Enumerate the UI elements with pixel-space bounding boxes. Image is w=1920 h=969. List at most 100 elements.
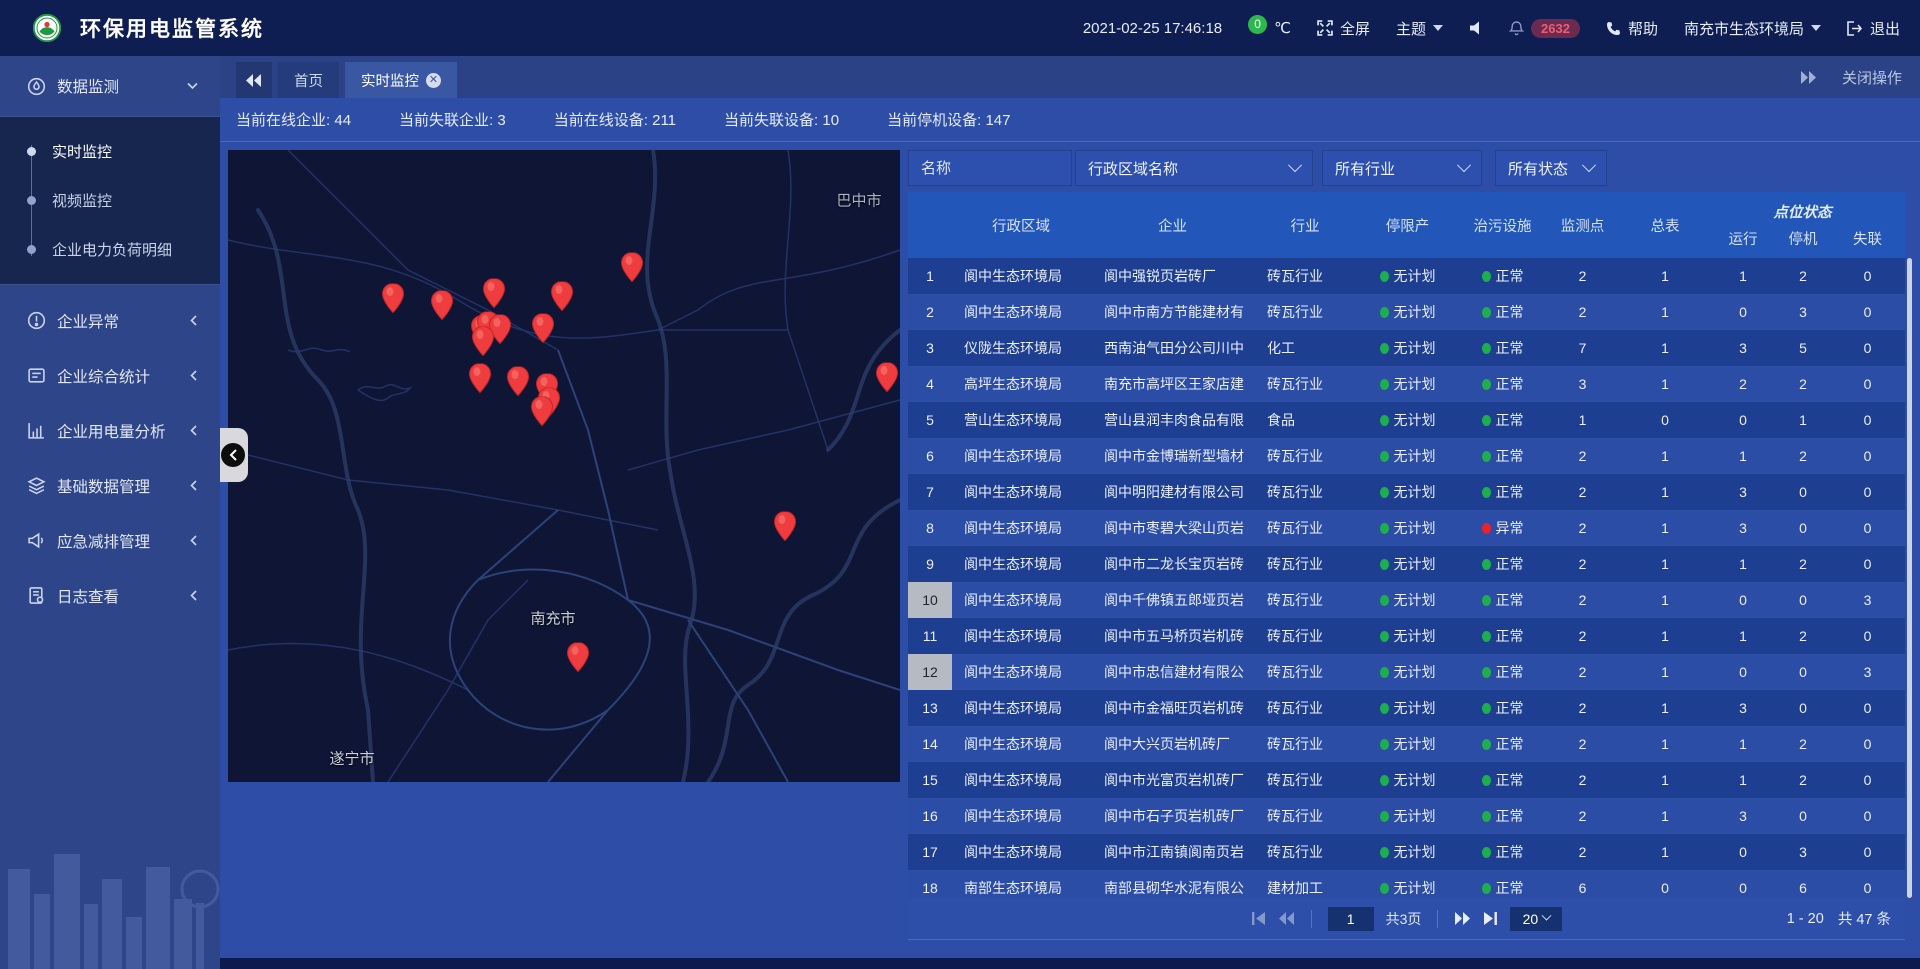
theme-dropdown[interactable]: 主题 (1396, 18, 1443, 39)
page-number-input[interactable]: 1 (1328, 907, 1374, 931)
status-select[interactable]: 所有状态 (1495, 150, 1607, 186)
map-pin-icon[interactable] (567, 643, 589, 673)
phone-icon (1606, 21, 1621, 36)
sidebar-group-power-analysis[interactable]: 企业用电量分析 (0, 403, 220, 458)
notifications-button[interactable]: 2632 (1509, 19, 1580, 38)
cell-meters: 0 (1620, 402, 1710, 438)
region-select[interactable]: 行政区域名称 (1075, 150, 1313, 186)
first-page-button[interactable] (1251, 912, 1266, 925)
cell-bureau: 阆中生态环境局 (952, 654, 1090, 690)
table-row[interactable]: 5营山生态环境局营山县润丰肉食品有限食品无计划正常10010 (908, 402, 1905, 438)
table-row[interactable]: 16阆中生态环境局阆中市石子页岩机砖厂砖瓦行业无计划正常21300 (908, 798, 1905, 834)
double-chevron-right-icon[interactable] (1800, 71, 1816, 84)
cell-points: 2 (1545, 762, 1620, 798)
cell-points: 2 (1545, 294, 1620, 330)
sidebar-group-enterprise-stats[interactable]: 企业综合统计 (0, 348, 220, 403)
table-row[interactable]: 13阆中生态环境局阆中市金福旺页岩机砖砖瓦行业无计划正常21300 (908, 690, 1905, 726)
sidebar-group-label: 企业用电量分析 (57, 420, 166, 442)
tab-home[interactable]: 首页 (278, 62, 339, 98)
table-row[interactable]: 2阆中生态环境局阆中市南方节能建材有砖瓦行业无计划正常21030 (908, 294, 1905, 330)
cell-enterprise: 阆中市忠信建材有限公 (1090, 654, 1255, 690)
map-pin-icon[interactable] (472, 327, 494, 357)
map-pin-icon[interactable] (774, 512, 796, 542)
cell-bureau: 阆中生态环境局 (952, 546, 1090, 582)
table-row[interactable]: 3仪陇生态环境局西南油气田分公司川中化工无计划正常71350 (908, 330, 1905, 366)
cell-enterprise: 阆中强锐页岩砖厂 (1090, 258, 1255, 294)
map-pin-icon[interactable] (431, 291, 453, 321)
status-dot-icon (1380, 271, 1389, 282)
name-search-input[interactable] (908, 150, 1072, 186)
fullscreen-button[interactable]: 全屏 (1317, 18, 1370, 39)
tab-realtime-monitor[interactable]: 实时监控 ✕ (345, 62, 457, 98)
close-icon[interactable]: ✕ (426, 73, 441, 88)
table-row[interactable]: 1阆中生态环境局阆中强锐页岩砖厂砖瓦行业无计划正常21120 (908, 258, 1905, 294)
table-row[interactable]: 12阆中生态环境局阆中市忠信建材有限公砖瓦行业无计划正常21003 (908, 654, 1905, 690)
chevron-down-icon (1811, 25, 1821, 31)
cell-limit-status: 无计划 (1355, 366, 1460, 402)
cell-meters: 1 (1620, 618, 1710, 654)
map-pin-icon[interactable] (621, 253, 643, 283)
table-row[interactable]: 11阆中生态环境局阆中市五马桥页岩机砖砖瓦行业无计划正常21120 (908, 618, 1905, 654)
help-button[interactable]: 帮助 (1606, 18, 1658, 39)
mute-button[interactable] (1469, 21, 1483, 35)
close-operations-button[interactable]: 关闭操作 (1842, 67, 1902, 88)
sidebar-item-video-monitor[interactable]: 视频监控 (0, 176, 220, 225)
page-size-select[interactable]: 20 (1510, 907, 1562, 931)
next-page-button[interactable] (1454, 912, 1471, 925)
table-row[interactable]: 4高坪生态环境局南充市高坪区王家店建砖瓦行业无计划正常31220 (908, 366, 1905, 402)
cell-lost: 0 (1830, 330, 1905, 366)
map-pin-icon[interactable] (483, 279, 505, 309)
table-scrollbar[interactable] (1907, 258, 1912, 898)
cell-meters: 1 (1620, 366, 1710, 402)
cell-limit-status: 无计划 (1355, 798, 1460, 834)
sidebar-group-label: 基础数据管理 (57, 475, 150, 497)
sidebar-group-enterprise-abnormal[interactable]: 企业异常 (0, 293, 220, 348)
map-pin-icon[interactable] (469, 364, 491, 394)
cell-limit-status: 无计划 (1355, 474, 1460, 510)
cell-stop: 0 (1776, 798, 1830, 834)
last-page-button[interactable] (1483, 912, 1498, 925)
map-pin-icon[interactable] (382, 284, 404, 314)
map-pin-icon[interactable] (531, 397, 553, 427)
logout-button[interactable]: 退出 (1847, 18, 1900, 39)
table-row[interactable]: 17阆中生态环境局阆中市江南镇阆南页岩砖瓦行业无计划正常21030 (908, 834, 1905, 870)
cell-enterprise: 南充市高坪区王家店建 (1090, 366, 1255, 402)
table-row[interactable]: 18南部生态环境局南部县砌华水泥有限公建材加工无计划正常60060 (908, 870, 1905, 898)
table-row[interactable]: 10阆中生态环境局阆中千佛镇五郎垭页岩砖瓦行业无计划正常21003 (908, 582, 1905, 618)
table-row[interactable]: 8阆中生态环境局阆中市枣碧大梁山页岩砖瓦行业无计划异常21300 (908, 510, 1905, 546)
map-pin-icon[interactable] (532, 314, 554, 344)
status-dot-icon (1380, 451, 1389, 462)
cell-stop: 2 (1776, 726, 1830, 762)
sidebar-collapse-handle[interactable] (218, 428, 248, 482)
cell-stop: 5 (1776, 330, 1830, 366)
stat-online-enterprises: 当前在线企业: 44 (236, 109, 351, 130)
table-row[interactable]: 6阆中生态环境局阆中市金博瑞新型墙材砖瓦行业无计划正常21120 (908, 438, 1905, 474)
cell-enterprise: 阆中市金博瑞新型墙材 (1090, 438, 1255, 474)
table-row[interactable]: 15阆中生态环境局阆中市光富页岩机砖厂砖瓦行业无计划正常21120 (908, 762, 1905, 798)
cell-run: 0 (1710, 582, 1776, 618)
sidebar-group-data-monitoring[interactable]: 数据监测 (0, 56, 220, 116)
tabs-scroll-left-button[interactable] (236, 62, 272, 98)
org-dropdown[interactable]: 南充市生态环境局 (1684, 18, 1821, 39)
skyline-decoration (0, 799, 220, 969)
map-canvas[interactable]: 巴中市南充市遂宁市 (228, 150, 900, 782)
table-row[interactable]: 9阆中生态环境局阆中市二龙长宝页岩砖砖瓦行业无计划正常21120 (908, 546, 1905, 582)
cell-limit-status: 无计划 (1355, 510, 1460, 546)
cell-industry: 砖瓦行业 (1255, 762, 1355, 798)
table-row[interactable]: 14阆中生态环境局阆中大兴页岩机砖厂砖瓦行业无计划正常21120 (908, 726, 1905, 762)
sidebar-group-base-data[interactable]: 基础数据管理 (0, 458, 220, 513)
cell-facility-status: 正常 (1460, 294, 1545, 330)
prev-page-button[interactable] (1278, 912, 1295, 925)
cell-run: 0 (1710, 294, 1776, 330)
cell-run: 3 (1710, 690, 1776, 726)
industry-select[interactable]: 所有行业 (1322, 150, 1482, 186)
sidebar-group-log-view[interactable]: 日志查看 (0, 568, 220, 623)
sidebar-group-emergency-reduction[interactable]: 应急减排管理 (0, 513, 220, 568)
sidebar-item-power-load-detail[interactable]: 企业电力负荷明细 (0, 225, 220, 274)
fullscreen-label: 全屏 (1340, 18, 1370, 39)
sidebar-item-realtime-monitor[interactable]: 实时监控 (0, 127, 220, 176)
map-pin-icon[interactable] (551, 282, 573, 312)
map-pin-icon[interactable] (876, 363, 898, 393)
map-pin-icon[interactable] (507, 367, 529, 397)
table-row[interactable]: 7阆中生态环境局阆中明阳建材有限公司砖瓦行业无计划正常21300 (908, 474, 1905, 510)
